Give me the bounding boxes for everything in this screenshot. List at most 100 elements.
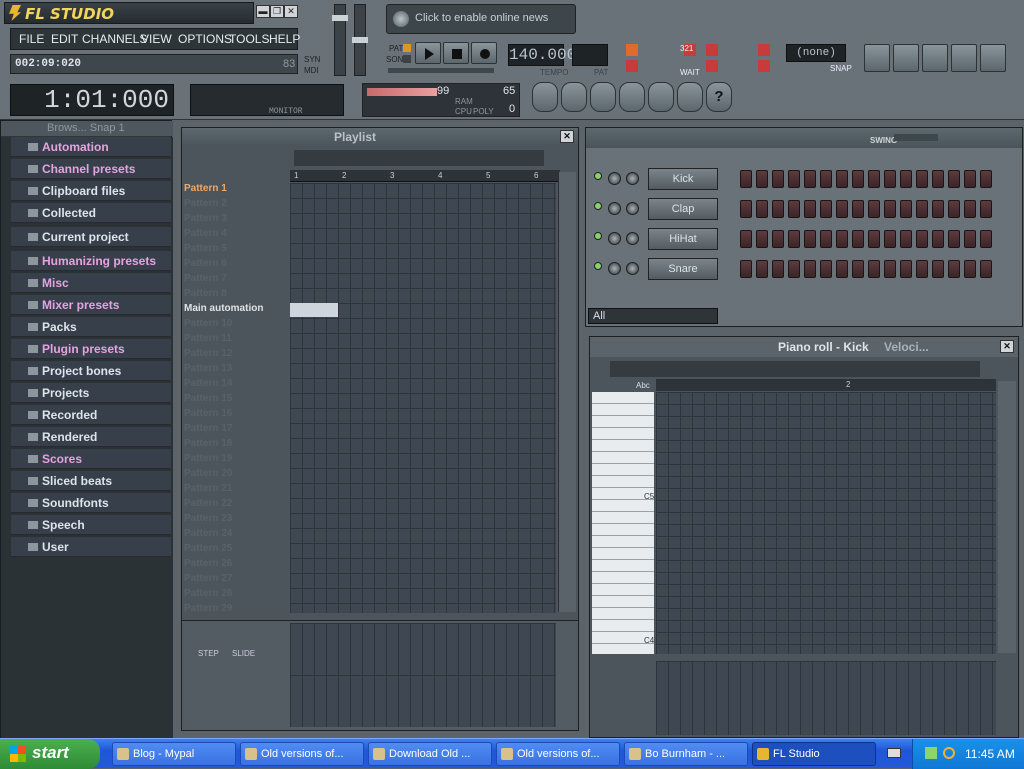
taskbar-item-bo-burnham[interactable]: Bo Burnham - ... bbox=[624, 742, 748, 766]
browser-folder-project-bones[interactable]: Project bones bbox=[11, 361, 171, 381]
step-button[interactable] bbox=[980, 200, 992, 218]
pan-knob[interactable] bbox=[608, 172, 621, 185]
step-button[interactable] bbox=[836, 260, 848, 278]
step-sequencer-window-button[interactable] bbox=[893, 44, 919, 72]
channel-button-hihat[interactable]: HiHat bbox=[648, 228, 718, 250]
pattern-row[interactable]: Pattern 3 bbox=[184, 213, 284, 228]
start-button[interactable]: start bbox=[0, 739, 100, 769]
step-button[interactable] bbox=[916, 230, 928, 248]
step-label[interactable]: STEP bbox=[198, 649, 219, 658]
browser-folder-recorded[interactable]: Recorded bbox=[11, 405, 171, 425]
playlist-window-button[interactable] bbox=[864, 44, 890, 72]
menu-help[interactable]: HELP bbox=[269, 32, 300, 46]
step-button[interactable] bbox=[884, 170, 896, 188]
pattern-row[interactable]: Pattern 28 bbox=[184, 588, 284, 603]
app-title-bar[interactable]: FL STUDIO bbox=[4, 2, 254, 24]
playlist-vertical-scrollbar[interactable] bbox=[558, 172, 576, 612]
event-editor-grid[interactable] bbox=[290, 623, 556, 727]
step-button[interactable] bbox=[804, 230, 816, 248]
cut-icon[interactable] bbox=[619, 82, 645, 112]
step-button[interactable] bbox=[756, 170, 768, 188]
step-button[interactable] bbox=[980, 260, 992, 278]
step-button[interactable] bbox=[804, 170, 816, 188]
pattern-row[interactable]: Pattern 16 bbox=[184, 408, 284, 423]
channel-button-clap[interactable]: Clap bbox=[648, 198, 718, 220]
step-button[interactable] bbox=[948, 230, 960, 248]
browser-folder-humanizing[interactable]: Humanizing presets bbox=[11, 251, 171, 271]
pattern-row[interactable]: Pattern 17 bbox=[184, 423, 284, 438]
step-button[interactable] bbox=[884, 230, 896, 248]
save-as-icon[interactable] bbox=[590, 82, 616, 112]
step-button[interactable] bbox=[916, 260, 928, 278]
loop-record-toggle[interactable] bbox=[758, 44, 770, 56]
step-button[interactable] bbox=[964, 230, 976, 248]
channel-filter-dropdown[interactable]: All bbox=[588, 308, 718, 324]
restore-button[interactable]: ❐ bbox=[270, 5, 284, 18]
online-news-banner[interactable]: Click to enable online news bbox=[386, 4, 576, 34]
pattern-row[interactable]: Pattern 18 bbox=[184, 438, 284, 453]
step-button[interactable] bbox=[980, 230, 992, 248]
step-button[interactable] bbox=[916, 170, 928, 188]
step-button[interactable] bbox=[756, 260, 768, 278]
step-button[interactable] bbox=[980, 170, 992, 188]
step-button[interactable] bbox=[900, 230, 912, 248]
piano-roll-close-icon[interactable]: ✕ bbox=[1000, 340, 1014, 353]
pattern-row[interactable]: Pattern 14 bbox=[184, 378, 284, 393]
menu-tools[interactable]: TOOLS bbox=[229, 32, 269, 46]
pattern-row[interactable]: Pattern 5 bbox=[184, 243, 284, 258]
pattern-row[interactable]: Pattern 23 bbox=[184, 513, 284, 528]
pan-knob[interactable] bbox=[608, 262, 621, 275]
playlist-close-icon[interactable]: ✕ bbox=[560, 130, 574, 143]
step-button[interactable] bbox=[948, 200, 960, 218]
clock[interactable]: 11:45 AM bbox=[965, 747, 1015, 761]
taskbar-item-download[interactable]: Download Old ... bbox=[368, 742, 492, 766]
browser-folder-plugin-presets[interactable]: Plugin presets bbox=[11, 339, 171, 359]
step-button[interactable] bbox=[772, 260, 784, 278]
volume-knob[interactable] bbox=[626, 172, 639, 185]
slide-label[interactable]: SLIDE bbox=[232, 649, 255, 658]
step-button[interactable] bbox=[740, 230, 752, 248]
piano-roll-title-bar[interactable]: Piano roll - Kick Veloci... ✕ bbox=[590, 337, 1018, 357]
piano-roll-target[interactable]: Veloci... bbox=[884, 340, 929, 354]
step-button[interactable] bbox=[740, 200, 752, 218]
step-button[interactable] bbox=[964, 200, 976, 218]
browser-folder-soundfonts[interactable]: Soundfonts bbox=[11, 493, 171, 513]
step-button[interactable] bbox=[948, 260, 960, 278]
menu-file[interactable]: FILE bbox=[19, 32, 44, 46]
step-button[interactable] bbox=[932, 260, 944, 278]
step-button[interactable] bbox=[852, 260, 864, 278]
volume-knob[interactable] bbox=[626, 262, 639, 275]
song-position-display[interactable]: 1:01:000 bbox=[10, 84, 174, 116]
step-button[interactable] bbox=[900, 170, 912, 188]
undo-icon[interactable] bbox=[532, 82, 558, 112]
taskbar-item-fl-studio[interactable]: FL Studio bbox=[752, 742, 876, 766]
mute-led[interactable] bbox=[594, 172, 602, 180]
step-button[interactable] bbox=[948, 170, 960, 188]
close-button[interactable]: ✕ bbox=[284, 5, 298, 18]
typing-keyboard-toggle[interactable] bbox=[706, 44, 718, 56]
browser-folder-current-project[interactable]: Current project bbox=[11, 227, 171, 247]
step-button[interactable] bbox=[804, 260, 816, 278]
taskbar-item-blog[interactable]: Blog - Mypal bbox=[112, 742, 236, 766]
step-button[interactable] bbox=[788, 200, 800, 218]
step-button[interactable] bbox=[820, 200, 832, 218]
mute-led[interactable] bbox=[594, 262, 602, 270]
pattern-row[interactable]: Pattern 6 bbox=[184, 258, 284, 273]
volume-knob[interactable] bbox=[626, 232, 639, 245]
taskbar-item-old-versions-1[interactable]: Old versions of... bbox=[240, 742, 364, 766]
pattern-row[interactable]: Pattern 1 bbox=[184, 183, 284, 198]
step-button[interactable] bbox=[868, 200, 880, 218]
pattern-row[interactable]: Pattern 24 bbox=[184, 528, 284, 543]
step-button[interactable] bbox=[868, 170, 880, 188]
pat-mode-led[interactable] bbox=[403, 44, 411, 52]
browser-folder-user[interactable]: User bbox=[11, 537, 171, 557]
step-edit-toggle[interactable] bbox=[706, 60, 718, 72]
abc-toggle[interactable]: Abc bbox=[636, 381, 650, 390]
step-button[interactable] bbox=[964, 260, 976, 278]
pattern-row[interactable]: Pattern 22 bbox=[184, 498, 284, 513]
step-button[interactable] bbox=[868, 230, 880, 248]
search-icon[interactable] bbox=[648, 82, 674, 112]
step-button[interactable] bbox=[836, 200, 848, 218]
pattern-selector[interactable] bbox=[572, 44, 608, 66]
swing-slider[interactable] bbox=[894, 134, 938, 141]
